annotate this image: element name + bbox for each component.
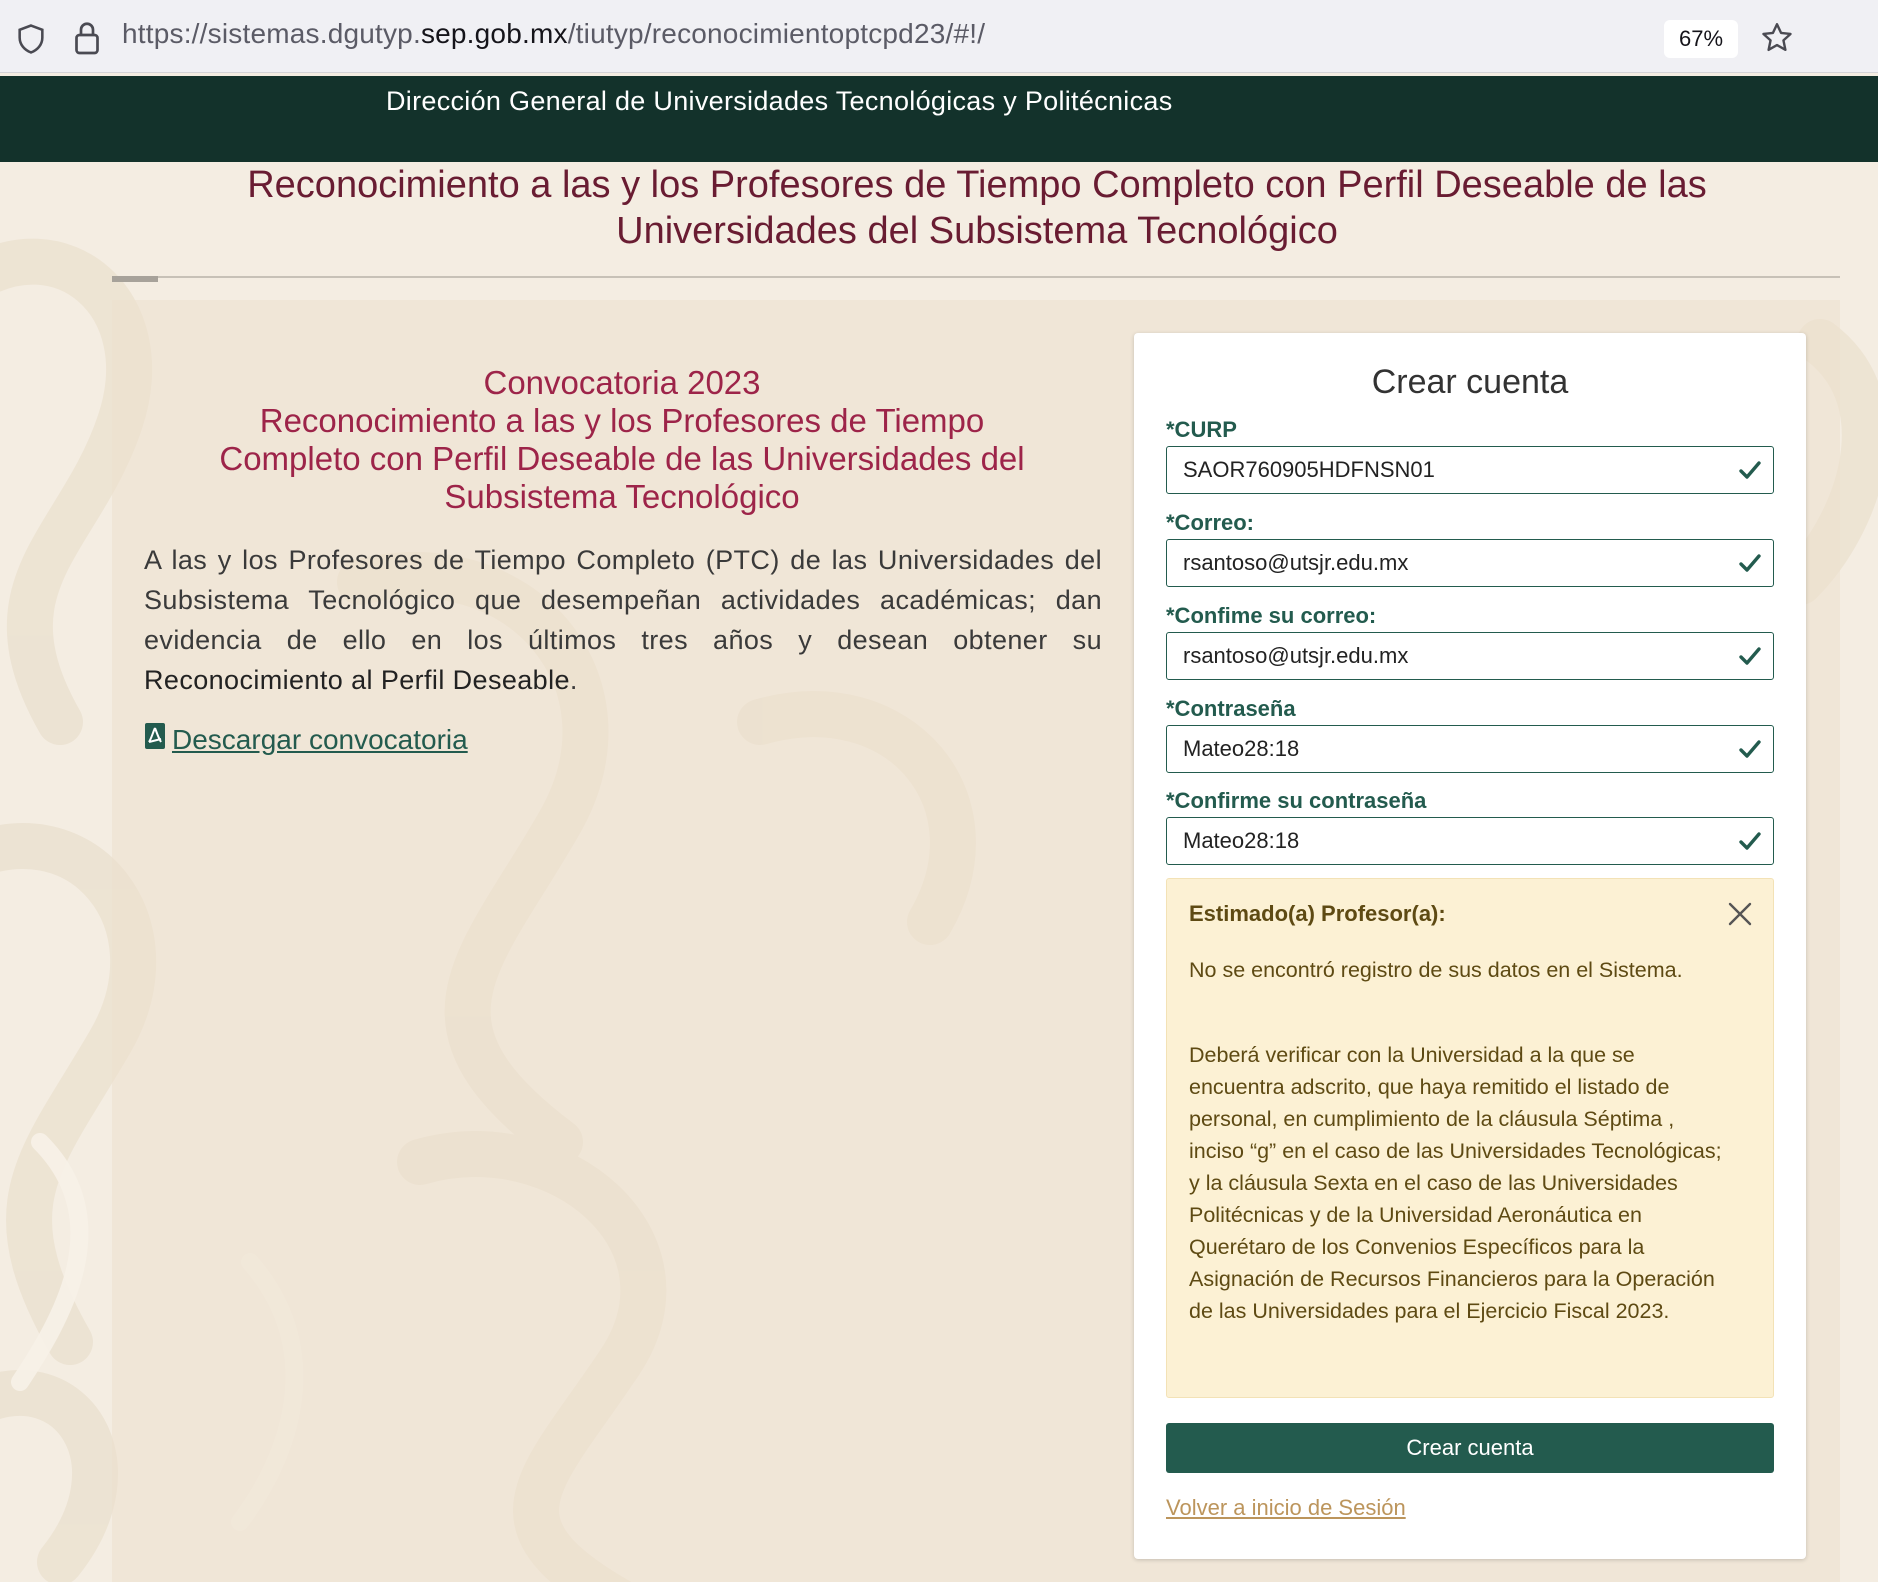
create-account-button[interactable]: Crear cuenta — [1166, 1423, 1774, 1473]
url-domain: sep.gob.mx — [420, 18, 568, 49]
alert-message: Estimado(a) Profesor(a): No se encontró … — [1166, 878, 1774, 1398]
confirm-email-input[interactable] — [1166, 632, 1774, 680]
page-title-line2: Universidades del Subsistema Tecnológico — [616, 210, 1338, 252]
check-icon — [1738, 551, 1762, 579]
page-title-line1: Reconocimiento a las y los Profesores de… — [247, 164, 1707, 206]
check-icon — [1738, 737, 1762, 765]
browser-toolbar: https://sistemas.dgutyp.sep.gob.mx/tiuty… — [0, 0, 1878, 73]
lock-icon[interactable] — [72, 20, 102, 60]
check-icon — [1738, 458, 1762, 486]
gov-header: Dirección General de Universidades Tecno… — [0, 76, 1878, 162]
email-input[interactable] — [1166, 539, 1774, 587]
create-account-form: Crear cuenta *CURP *Correo: *Confime su … — [1134, 333, 1806, 1559]
confirm-email-label: *Confime su correo: — [1166, 603, 1377, 628]
intro-title-line4: Subsistema Tecnológico — [444, 478, 800, 515]
intro-title: Convocatoria 2023 Reconocimiento a las y… — [142, 364, 1102, 516]
password-label: *Contraseña — [1166, 696, 1296, 721]
pdf-icon — [144, 722, 166, 757]
password-input[interactable] — [1166, 725, 1774, 773]
title-divider — [112, 276, 1840, 278]
close-icon[interactable] — [1727, 901, 1753, 931]
url-text[interactable]: https://sistemas.dgutyp.sep.gob.mx/tiuty… — [122, 18, 985, 50]
check-icon — [1738, 829, 1762, 857]
shield-icon[interactable] — [14, 22, 48, 60]
confirm-password-label: *Confirme su contraseña — [1166, 788, 1427, 813]
intro-title-year: Convocatoria 2023 — [483, 364, 761, 401]
address-bar[interactable]: https://sistemas.dgutyp.sep.gob.mx/tiuty… — [0, 4, 1810, 66]
header-title: Dirección General de Universidades Tecno… — [386, 86, 1173, 116]
alert-paragraph-2: Deberá verificar con la Universidad a la… — [1189, 1043, 1722, 1323]
url-path: /tiutyp/reconocimientoptcpd23/#!/ — [567, 18, 986, 49]
page-title: Reconocimiento a las y los Profesores de… — [112, 162, 1842, 254]
url-prefix: https://sistemas.dgutyp. — [122, 18, 421, 49]
zoom-indicator[interactable]: 67% — [1664, 20, 1738, 58]
form-title: Crear cuenta — [1371, 363, 1569, 401]
intro-body: A las y los Profesores de Tiempo Complet… — [144, 545, 1102, 655]
title-divider-accent — [112, 276, 158, 282]
back-to-login-link[interactable]: Volver a inicio de Sesión — [1166, 1495, 1406, 1521]
intro-title-line3: Completo con Perfil Deseable de las Univ… — [219, 440, 1025, 477]
alert-paragraph-1: No se encontró registro de sus datos en … — [1189, 958, 1683, 982]
check-icon — [1738, 644, 1762, 672]
curp-input[interactable] — [1166, 446, 1774, 494]
download-label: Descargar convocatoria — [172, 723, 468, 755]
confirm-password-input[interactable] — [1166, 817, 1774, 865]
email-label: *Correo: — [1166, 510, 1255, 535]
intro-description: A las y los Profesores de Tiempo Complet… — [144, 540, 1102, 700]
intro-body-bold: Reconocimiento al Perfil Deseable — [144, 665, 570, 695]
alert-title: Estimado(a) Profesor(a): — [1189, 901, 1446, 926]
intro-body-end: . — [569, 665, 578, 695]
intro-title-line2: Reconocimiento a las y los Profesores de… — [259, 402, 985, 439]
star-icon[interactable] — [1759, 20, 1795, 60]
curp-label: *CURP — [1166, 417, 1237, 442]
download-convocatoria-link[interactable]: Descargar convocatoria — [144, 722, 468, 757]
